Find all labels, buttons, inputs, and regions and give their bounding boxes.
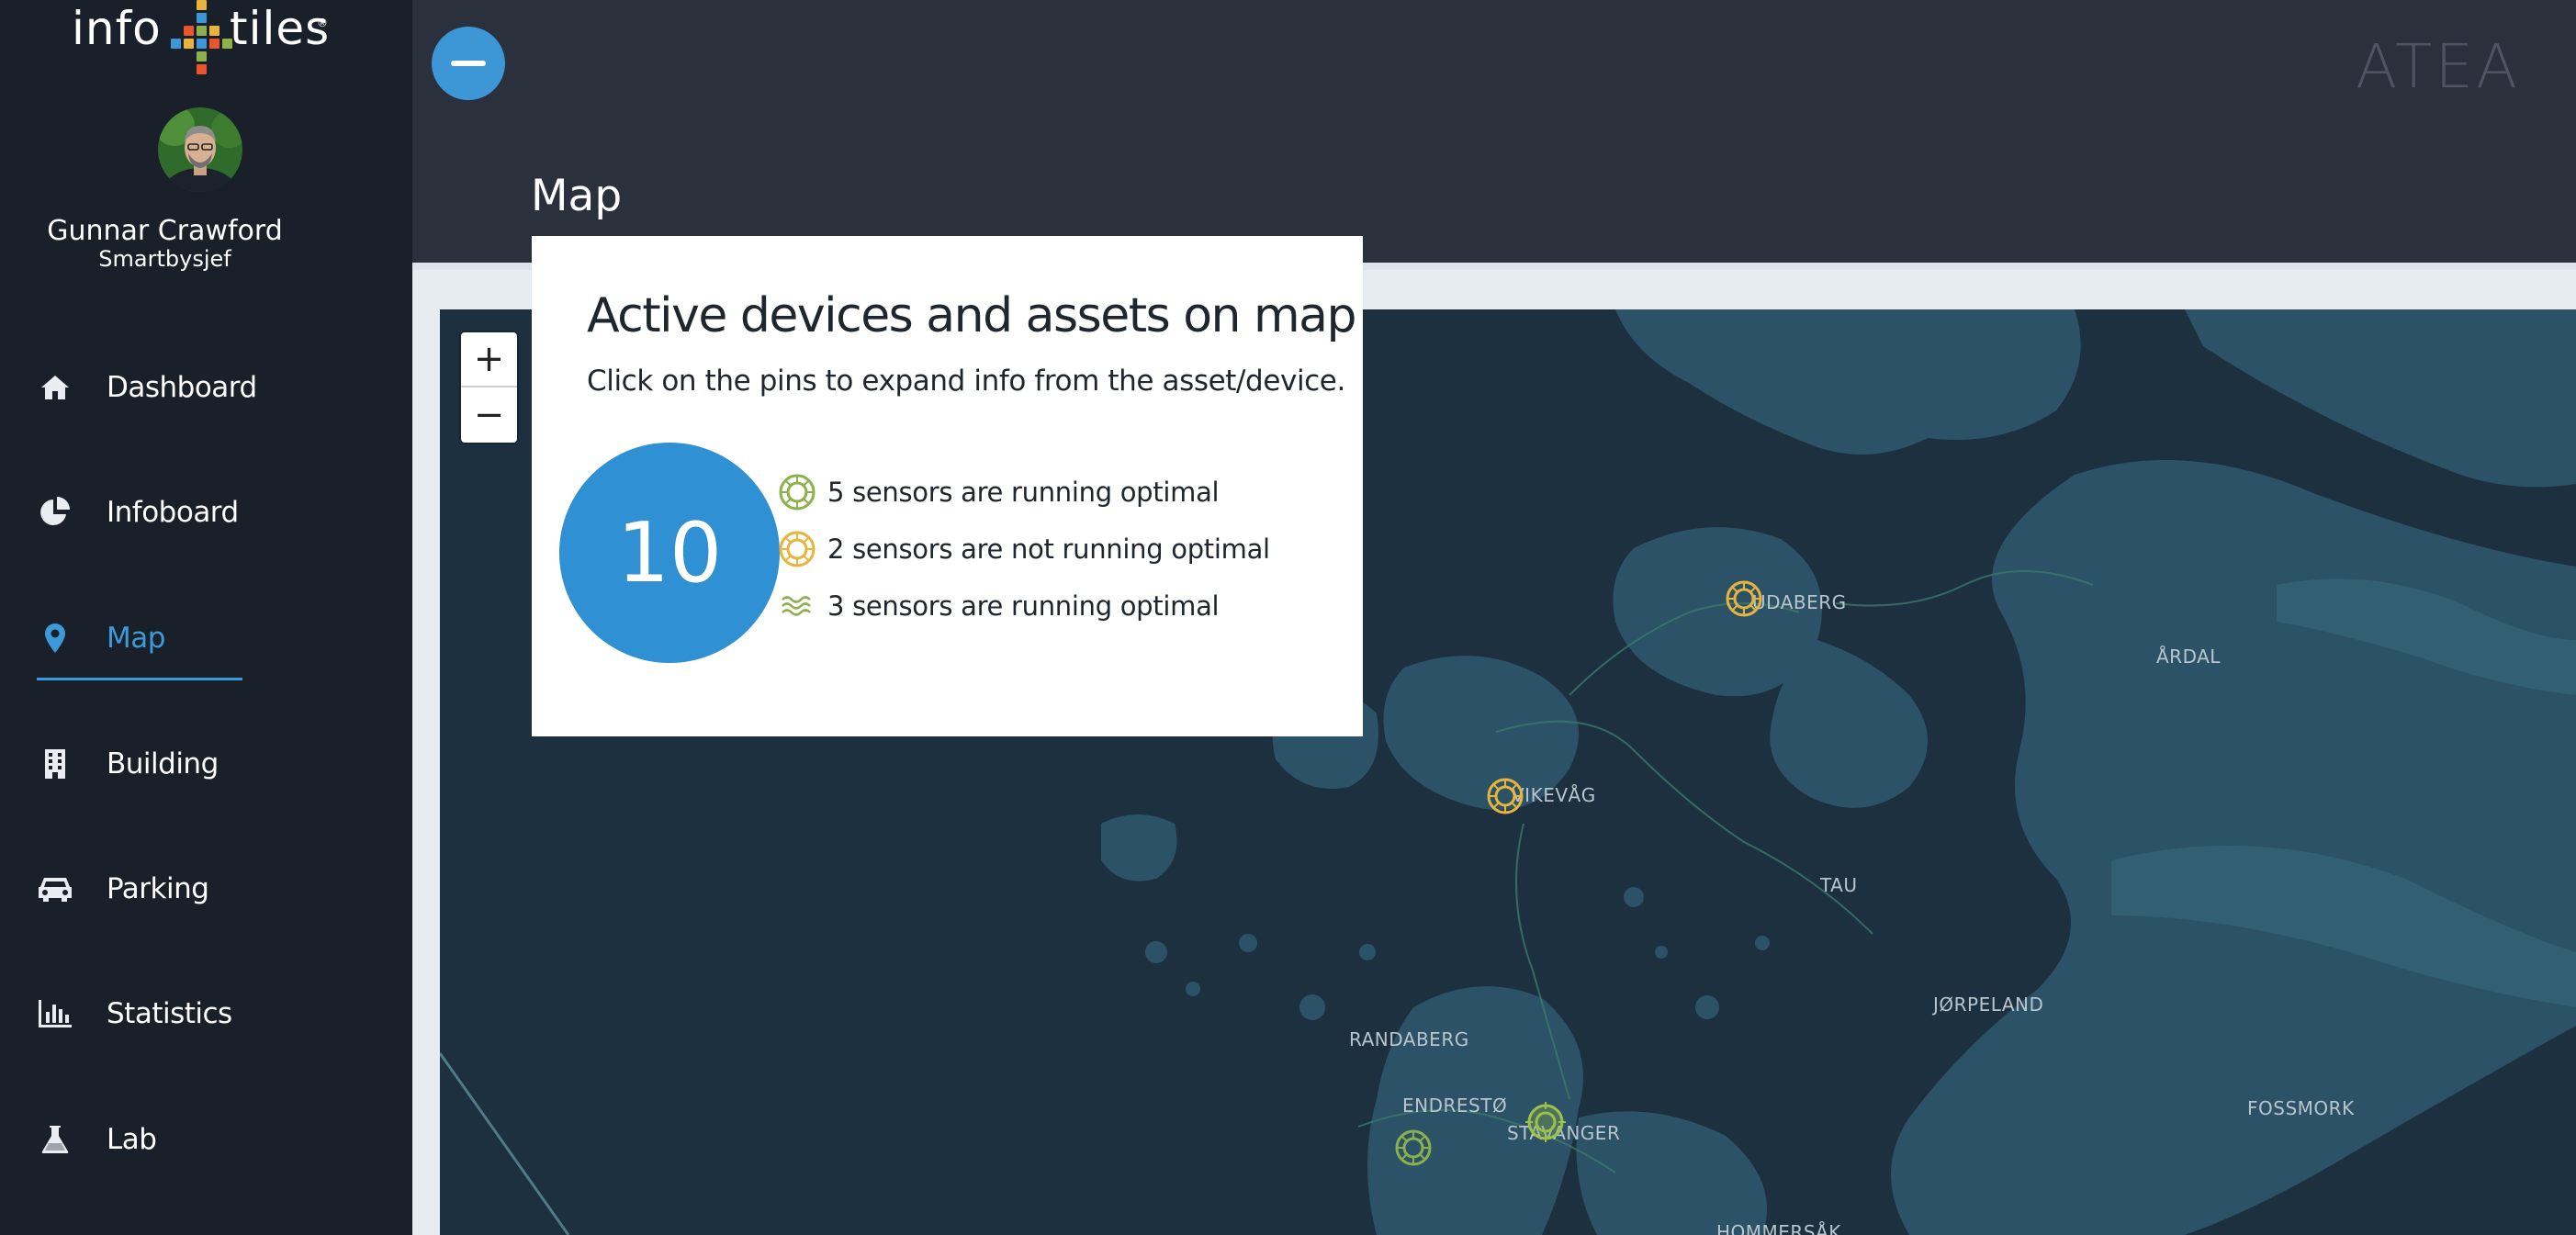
- sidebar-item-statistics[interactable]: Statistics: [37, 986, 386, 1041]
- sensor-warning-icon: [1726, 580, 1762, 617]
- place-label: FOSSMORK: [2247, 1097, 2355, 1119]
- sidebar-item-label: Map: [107, 622, 165, 655]
- device-count-badge: 10: [559, 443, 780, 663]
- sensor-warning-icon: [1487, 778, 1524, 814]
- legend-item: 2 sensors are not running optimal: [778, 528, 1270, 570]
- device-count: 10: [616, 504, 723, 601]
- place-label: RANDABERG: [1349, 1028, 1469, 1050]
- sidebar-item-label: Dashboard: [107, 371, 257, 404]
- legend-item: 3 sensors are running optimal: [778, 585, 1220, 627]
- card-title: Active devices and assets on map: [587, 288, 1357, 343]
- sensor-ok-pin[interactable]: [1524, 1101, 1566, 1142]
- sidebar-item-label: Statistics: [107, 997, 232, 1030]
- place-label: UDABERG: [1752, 591, 1847, 613]
- card-subtitle: Click on the pins to expand info from th…: [587, 365, 1345, 398]
- collapse-sidebar-button[interactable]: [432, 27, 505, 100]
- sensor-ok-icon: [779, 474, 816, 511]
- page-title: Map: [531, 171, 623, 221]
- sensor-ok-pin[interactable]: [1395, 1129, 1432, 1166]
- place-label: ENDRESTØ: [1402, 1095, 1508, 1117]
- logo-text-right: tiles: [230, 2, 331, 55]
- atea-brand-logo: ATEA: [2356, 31, 2521, 102]
- zoom-out-button[interactable]: −: [461, 387, 517, 443]
- user-role: Smartbysjef: [98, 246, 231, 272]
- home-icon: [37, 369, 73, 406]
- infotiles-logo[interactable]: info tiles ®: [72, 0, 338, 83]
- pie-chart-icon: [37, 494, 73, 531]
- place-label: JØRPELAND: [1933, 994, 2044, 1016]
- sidebar-item-label: Parking: [107, 872, 209, 905]
- avatar[interactable]: [158, 107, 242, 192]
- user-name: Gunnar Crawford: [47, 215, 283, 247]
- sidebar: info tiles ® Gunnar Crawford Smartbysjef…: [0, 0, 412, 1235]
- sidebar-item-building[interactable]: Building: [37, 736, 386, 792]
- map-info-card: Active devices and assets on map Click o…: [532, 236, 1363, 736]
- car-icon: [37, 870, 73, 907]
- sidebar-item-lab[interactable]: Lab: [37, 1112, 386, 1167]
- sensor-warning-pin[interactable]: [1726, 580, 1762, 617]
- legend-text: 3 sensors are running optimal: [827, 590, 1220, 622]
- sidebar-item-infoboard[interactable]: Infoboard: [37, 485, 386, 540]
- place-label: TAU: [1820, 874, 1858, 896]
- flask-icon: [37, 1121, 73, 1158]
- sensor-warning-icon: [779, 531, 816, 567]
- sidebar-item-map[interactable]: Map: [37, 611, 386, 666]
- sidebar-item-label: Building: [107, 747, 219, 780]
- top-header: [412, 0, 2576, 263]
- sensor-ok-icon: [1395, 1129, 1432, 1166]
- place-label: VIKEVÅG: [1512, 784, 1596, 806]
- legend-text: 2 sensors are not running optimal: [827, 533, 1270, 565]
- legend-text: 5 sensors are running optimal: [827, 477, 1220, 508]
- sidebar-item-dashboard[interactable]: Dashboard: [37, 360, 386, 415]
- bar-chart-icon: [37, 995, 73, 1032]
- legend-item: 5 sensors are running optimal: [778, 471, 1220, 513]
- logo-grid-icon: [171, 0, 232, 79]
- map-zoom-control: + −: [461, 332, 517, 443]
- logo-text-left: info: [72, 2, 162, 55]
- zoom-in-button[interactable]: +: [461, 332, 517, 387]
- active-nav-underline: [37, 678, 242, 680]
- sidebar-item-parking[interactable]: Parking: [37, 861, 386, 916]
- map-pin-icon: [37, 620, 73, 657]
- sensor-ok-icon: [1525, 1102, 1566, 1142]
- sidebar-item-label: Lab: [107, 1123, 157, 1156]
- sensor-warning-pin[interactable]: [1487, 778, 1524, 814]
- logo-registered: ®: [317, 17, 328, 29]
- place-label: ÅRDAL: [2156, 646, 2221, 668]
- building-icon: [37, 746, 73, 782]
- place-label: HOMMERSÅK: [1716, 1221, 1841, 1235]
- water-wave-icon: [782, 596, 811, 616]
- sidebar-item-label: Infoboard: [107, 496, 239, 529]
